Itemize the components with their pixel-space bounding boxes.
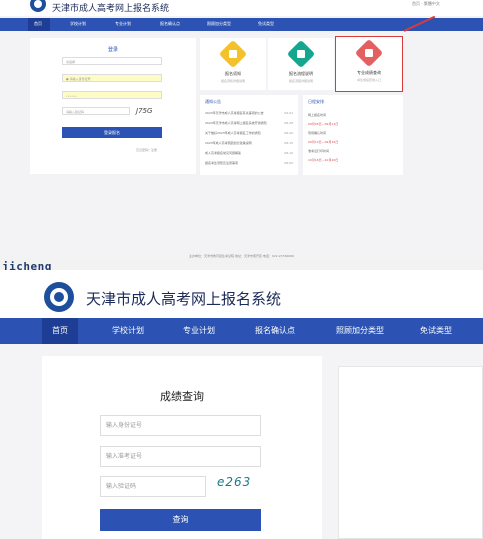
tile-title: 报名流程说明 xyxy=(289,71,313,76)
emblem-logo-icon xyxy=(30,0,46,12)
nav-item-exempt-type[interactable]: 免试类型 xyxy=(258,21,274,27)
id-number-input[interactable]: 输入身份证号 xyxy=(100,415,261,436)
header-links[interactable]: 首页 · 繁體中文 xyxy=(412,1,440,7)
document-icon xyxy=(218,39,248,69)
schedule-item: 网上报名时间 xyxy=(308,113,327,117)
query-button[interactable]: 查询 xyxy=(100,509,261,531)
schedule-title: 日程安排 xyxy=(308,99,324,104)
nav-item-home[interactable]: 首页 xyxy=(52,325,68,336)
bottom-screenshot: 天津市成人高考网上报名系统 首页 学校计划 专业计划 报名确认点 照顾加分类型 … xyxy=(0,270,483,539)
schedule-panel: 日程安排 网上报名时间 09月05日—09月11日 现场确认时间 09月12日—… xyxy=(303,95,403,175)
forgot-password-link[interactable]: 忘记密码？注册 xyxy=(136,148,157,152)
login-title: 登录 xyxy=(107,47,118,53)
emblem-logo-icon xyxy=(44,282,74,312)
side-panel xyxy=(338,366,483,539)
query-title: 成绩查询 xyxy=(160,390,204,403)
captcha-field[interactable]: 请输入验证码 xyxy=(62,107,130,115)
schedule-item: 准考证打印时间 xyxy=(308,149,330,153)
login-button[interactable]: 登录报名 xyxy=(62,127,162,138)
news-item[interactable]: 2023年成人高考照顾加分政策说明 08-15 xyxy=(205,141,293,145)
page-footer: 主办单位：天津市教育招生考试院 地址：天津市南开区 电话：022-2376666… xyxy=(189,254,294,258)
tile-title: 报名须知 xyxy=(225,71,241,76)
captcha-image[interactable]: J75G xyxy=(136,107,152,115)
schedule-item: 现场确认时间 xyxy=(308,131,327,135)
nav-item-major-plan[interactable]: 专业计划 xyxy=(115,21,131,27)
schedule-date: 09月05日—09月11日 xyxy=(308,122,339,126)
news-title: 通知公告 xyxy=(205,99,221,104)
tile-subtitle: 报名须知详细说明 xyxy=(220,79,245,83)
flow-icon xyxy=(286,39,316,69)
nav-item-school-plan[interactable]: 学校计划 xyxy=(112,325,144,336)
tile-subtitle: 考生成绩查询入口 xyxy=(356,78,381,82)
nav-item-home[interactable]: 首页 xyxy=(34,21,42,27)
news-panel: 通知公告 2023年天津市成人高考报名有关事项的公告 09-01 2023年天津市… xyxy=(200,95,298,175)
news-item[interactable]: 报名考生须知及注意事项 08-05 xyxy=(205,161,293,165)
captcha-image[interactable]: e263 xyxy=(217,475,251,489)
tile-title: 专业成绩查询 xyxy=(357,70,381,75)
top-header: 天津市成人高考网上报名系统 首页 · 繁體中文 xyxy=(0,0,483,16)
nav-item-bonus-type[interactable]: 照顾加分类型 xyxy=(207,21,231,27)
site-title: 天津市成人高考网上报名系统 xyxy=(52,4,170,14)
tile-subtitle: 报名流程详细说明 xyxy=(288,79,313,83)
id-number-field[interactable]: ● 请输入身份证号 xyxy=(62,74,162,82)
captcha-input[interactable]: 输入验证码 xyxy=(100,476,206,497)
news-item[interactable]: 2023年天津市成人高考网上报名系统开通通知 08-28 xyxy=(205,121,293,125)
nav-item-exempt-type[interactable]: 免试类型 xyxy=(420,325,452,336)
admission-ticket-input[interactable]: 输入准考证号 xyxy=(100,446,261,467)
nav-item-bonus-type[interactable]: 照顾加分类型 xyxy=(336,325,384,336)
tile-notice[interactable]: 报名须知 报名须知详细说明 xyxy=(200,38,266,90)
nav-item-confirm-point[interactable]: 报名确认点 xyxy=(255,325,295,336)
news-item[interactable]: 2023年天津市成人高考报名有关事项的公告 09-01 xyxy=(205,111,293,115)
type-select[interactable]: 请选择 xyxy=(62,57,162,65)
nav-item-confirm-point[interactable]: 报名确认点 xyxy=(160,21,180,27)
tile-score-query[interactable]: 专业成绩查询 考生成绩查询入口 xyxy=(335,36,403,92)
schedule-date: 10月16日—10月20日 xyxy=(308,158,339,162)
score-query-card: 成绩查询 输入身份证号 输入准考证号 输入验证码 e263 查询 xyxy=(42,356,322,539)
bottom-header: 天津市成人高考网上报名系统 xyxy=(0,270,483,318)
printer-icon xyxy=(354,38,384,68)
top-screenshot: 天津市成人高考网上报名系统 首页 · 繁體中文 首页 学校计划 专业计划 报名确… xyxy=(0,0,483,258)
news-item[interactable]: 关于做好2023年成人高考报名工作的通知 08-20 xyxy=(205,131,293,135)
site-title: 天津市成人高考网上报名系统 xyxy=(86,290,282,308)
news-item[interactable]: 成人高考报名常见问题解答 08-10 xyxy=(205,151,293,155)
password-field[interactable]: •••••• xyxy=(62,91,162,99)
nav-item-school-plan[interactable]: 学校计划 xyxy=(70,21,86,27)
login-card: 登录 请选择 ● 请输入身份证号 •••••• 请输入验证码 J75G 登录报名… xyxy=(30,38,196,174)
bottom-nav-bar: 首页 学校计划 专业计划 报名确认点 照顾加分类型 免试类型 xyxy=(0,318,483,344)
tile-process[interactable]: 报名流程说明 报名流程详细说明 xyxy=(268,38,334,90)
nav-item-major-plan[interactable]: 专业计划 xyxy=(183,325,215,336)
schedule-date: 09月12日—09月15日 xyxy=(308,140,339,144)
